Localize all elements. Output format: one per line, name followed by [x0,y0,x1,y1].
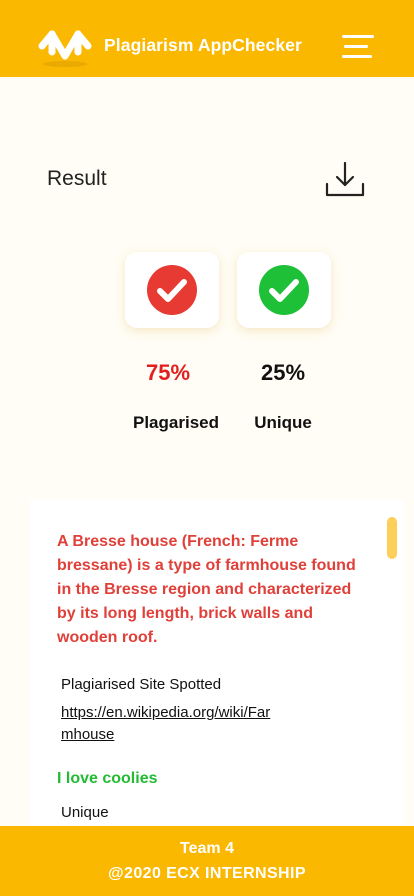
green-check-circle-icon [259,265,309,315]
app-footer: Team 4 @2020 ECX INTERNSHIP [0,826,414,896]
unique-label: Unique [254,413,312,432]
plagiarised-site-link[interactable]: https://en.wikipedia.org/wiki/Farmhouse [61,702,271,746]
unique-card [237,252,331,328]
app-logo-icon [38,30,92,67]
footer-team: Team 4 [180,840,234,857]
unique-percent: 25% [260,360,306,385]
result-title: Result [47,167,107,190]
red-check-circle-icon [147,265,197,315]
plagiarised-label: Plagarised [133,413,219,432]
footer-copyright: @2020 ECX INTERNSHIP [108,865,306,882]
unique-text: I love coolies [57,770,158,787]
app-title: Plagiarism AppChecker [104,35,302,55]
panel-scrollbar[interactable] [387,517,397,559]
plagiarised-percent: 75% [145,360,191,385]
download-icon[interactable] [323,160,367,200]
unique-text-label: Unique [61,804,109,821]
plagiarised-site-label: Plagiarised Site Spotted [61,676,222,693]
plagiarised-card [125,252,219,328]
app-header: Plagiarism AppChecker [0,0,414,77]
plagiarised-text: A Bresse house (French: Ferme bressane) … [57,533,356,646]
hamburger-menu-icon[interactable] [342,35,374,59]
